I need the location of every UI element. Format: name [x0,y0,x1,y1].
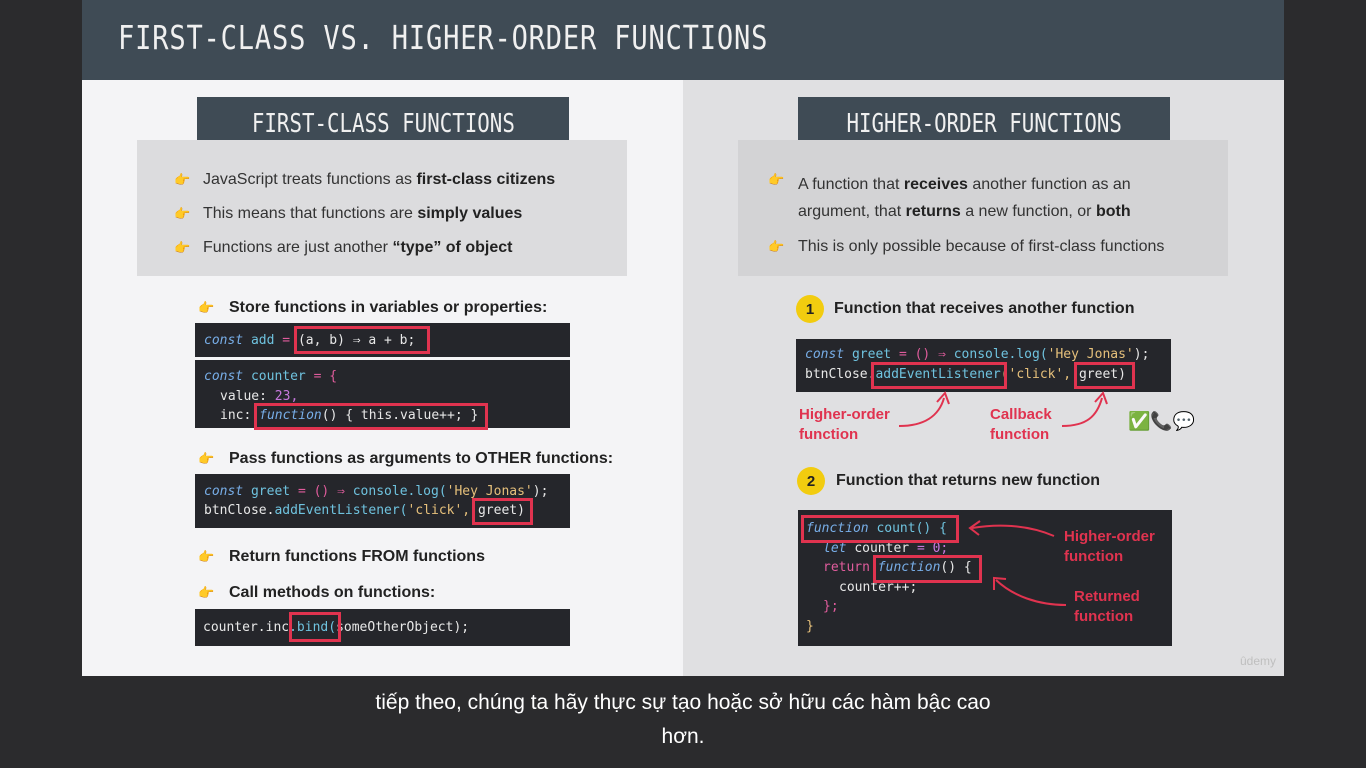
highlight-box [294,326,430,354]
bullet-type-of-object: Functions are just another “type” of obj… [203,239,513,256]
highlight-box [254,403,488,430]
arrow-icon [898,391,950,427]
pointing-hand-icon: 👉 [198,300,215,315]
bullet-first-class-citizens: JavaScript treats functions as first-cla… [203,171,556,188]
highlight-box [873,555,982,583]
sub-bullet-pass: Pass functions as arguments to OTHER fun… [229,450,614,467]
highlight-box [871,362,1007,389]
sub-bullet-return: Return functions FROM functions [229,548,485,565]
highlight-box [289,612,341,642]
slide-title: FIRST-CLASS VS. HIGHER-ORDER FUNCTIONS [118,18,769,57]
sub-bullet-methods: Call methods on functions: [229,584,436,601]
subtitle-line-2: hơn. [661,725,705,748]
pointing-hand-icon: 👉 [768,172,785,187]
bullet-only-possible: This is only possible because of first-c… [798,238,1165,255]
point-number-1: 1 [796,295,824,323]
title-bar: FIRST-CLASS VS. HIGHER-ORDER FUNCTIONS [82,0,1284,80]
pointing-hand-icon: 👉 [198,585,215,600]
label-higher-order-function-2: Higher-order function [1064,528,1155,565]
arrow-icon [993,576,1067,606]
pointing-hand-icon: 👉 [198,451,215,466]
label-callback-function: Callback function [990,406,1052,443]
label-returned-function: Returned function [1074,588,1140,625]
subtitle-line-1: tiếp theo, chúng ta hãy thực sự tạo hoặc… [375,691,991,714]
pointing-hand-icon: 👉 [174,240,191,255]
arrow-icon [968,520,1055,537]
point-1-text: Function that receives another function [834,300,1135,317]
highlight-box [472,498,533,525]
highlight-box [1074,362,1135,389]
slide: FIRST-CLASS VS. HIGHER-ORDER FUNCTIONS F… [82,0,1284,676]
point-number-2: 2 [797,467,825,495]
pointing-hand-icon: 👉 [174,172,191,187]
sub-bullet-store: Store functions in variables or properti… [229,299,548,316]
udemy-watermark: ûdemy [1239,654,1276,668]
arrow-icon [1061,391,1108,427]
bullet-receives-returns: A function that receives another functio… [798,176,1131,220]
bullet-simply-values: This means that functions are simply val… [203,205,523,222]
pointing-hand-icon: 👉 [768,239,785,254]
point-2-text: Function that returns new function [836,472,1100,489]
code-bind: counter.inc.bind(someOtherObject); [195,609,570,646]
pointing-hand-icon: 👉 [174,206,191,221]
reaction-emojis: ✅📞💬 [1128,411,1196,431]
pointing-hand-icon: 👉 [198,549,215,564]
highlight-box [801,515,959,543]
label-higher-order-function: Higher-order function [799,406,890,443]
